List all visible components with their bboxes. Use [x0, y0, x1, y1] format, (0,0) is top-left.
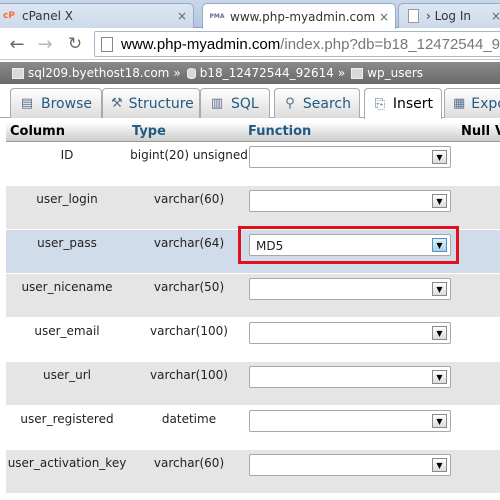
dropdown-arrow-icon[interactable]: ▼: [432, 194, 447, 208]
close-tab-icon[interactable]: ×: [491, 9, 500, 23]
tab-title: cPanel X: [22, 9, 74, 23]
column-type: varchar(100): [150, 324, 228, 338]
column-type: varchar(100): [150, 368, 228, 382]
dropdown-arrow-icon[interactable]: ▼: [432, 414, 447, 428]
tab-title: www.php-myadmin.com: [230, 9, 375, 24]
search-icon: ⚲: [285, 96, 295, 111]
browse-icon: ▤: [20, 96, 34, 111]
breadcrumb-separator: »: [173, 66, 181, 80]
function-select[interactable]: ▼: [249, 146, 451, 168]
breadcrumb-table[interactable]: wp_users: [367, 66, 423, 80]
header-null: Null: [461, 124, 491, 139]
breadcrumb: sql209.byethost18.com » b18_12472544_926…: [0, 62, 500, 84]
column-type: datetime: [161, 412, 217, 426]
breadcrumb-server[interactable]: sql209.byethost18.com: [28, 66, 169, 80]
dropdown-arrow-icon[interactable]: ▼: [432, 326, 447, 340]
browser-tab-cpanel[interactable]: cP cPanel X ×: [0, 3, 194, 28]
dropdown-arrow-icon[interactable]: ▼: [432, 370, 447, 384]
tab-label: Structure: [128, 95, 194, 112]
column-name: ID: [60, 148, 74, 162]
column-name: user_nicename: [21, 280, 113, 294]
column-name: user_pass: [37, 236, 97, 250]
table-header: Column Type Function Null V: [6, 122, 500, 142]
dropdown-arrow-icon[interactable]: ▼: [432, 458, 447, 472]
breadcrumb-database[interactable]: b18_12472544_92614: [200, 66, 334, 80]
table-row: user_registered datetime ▼: [6, 406, 500, 450]
back-arrow-icon[interactable]: ←: [6, 33, 28, 55]
dropdown-arrow-icon[interactable]: ▼: [432, 238, 447, 252]
function-select[interactable]: MD5 ▼: [249, 234, 451, 256]
dropdown-arrow-icon[interactable]: ▼: [432, 150, 447, 164]
column-name: user_login: [36, 192, 98, 206]
tab-label: Browse: [41, 95, 92, 112]
page-icon: [101, 36, 113, 52]
cpanel-favicon-icon: cP: [3, 11, 15, 21]
header-column: Column: [10, 124, 65, 139]
tab-label: Insert: [392, 96, 433, 112]
insert-table: Column Type Function Null V ID bigint(20)…: [6, 122, 500, 494]
table-row: user_url varchar(100) ▼: [6, 362, 500, 406]
browser-toolbar: ← → ↻ www.php-myadmin.com/index.php?db=b…: [0, 28, 500, 60]
sql-icon: ▥: [210, 96, 224, 111]
function-select[interactable]: ▼: [249, 278, 451, 300]
table-row: user_pass varchar(64) MD5 ▼: [6, 226, 500, 274]
column-type: varchar(60): [153, 192, 225, 206]
tab-export[interactable]: ▦ Export: [444, 88, 500, 118]
table-icon: [351, 67, 364, 79]
column-name: user_url: [42, 368, 92, 382]
table-row: user_activation_key varchar(60) ▼: [6, 450, 500, 494]
column-type: varchar(60): [153, 456, 225, 470]
function-select[interactable]: ▼: [249, 190, 451, 212]
function-select[interactable]: ▼: [249, 366, 451, 388]
function-select[interactable]: ▼: [249, 322, 451, 344]
tab-label: Search: [302, 95, 351, 112]
breadcrumb-separator: »: [337, 66, 346, 80]
column-type: varchar(50): [153, 280, 225, 294]
function-select[interactable]: ▼: [249, 454, 451, 476]
forward-arrow-icon[interactable]: →: [34, 33, 56, 55]
column-type: varchar(64): [153, 236, 225, 250]
reload-icon[interactable]: ↻: [64, 33, 86, 55]
column-type: bigint(20) unsigned: [130, 148, 248, 162]
tab-label: Export: [471, 95, 500, 112]
column-name: user_registered: [20, 412, 114, 426]
tab-structure[interactable]: ⚒ Structure: [102, 88, 200, 118]
database-icon: [186, 67, 196, 79]
export-icon: ▦: [453, 96, 466, 111]
phpmyadmin-favicon-icon: PMA: [209, 13, 225, 20]
browser-tab-phpmyadmin[interactable]: PMA www.php-myadmin.com ×: [202, 3, 396, 29]
server-icon: [12, 67, 24, 79]
function-select[interactable]: ▼: [249, 410, 451, 432]
browser-tab-login[interactable]: › Log In ×: [398, 3, 500, 28]
table-row: ID bigint(20) unsigned ▼: [6, 142, 500, 186]
column-name: user_activation_key: [7, 456, 127, 470]
table-menu-tabs: ▤ Browse ⚒ Structure ▥ SQL ⚲ Search ⎘ In…: [0, 84, 500, 119]
function-select-value: MD5: [256, 239, 284, 253]
url-host: www.php-myadmin.com: [121, 35, 281, 53]
insert-icon: ⎘: [374, 96, 386, 112]
tab-sql[interactable]: ▥ SQL: [200, 88, 270, 118]
browser-tab-strip: cP cPanel X × PMA www.php-myadmin.com × …: [0, 0, 500, 29]
tab-label: SQL: [231, 95, 259, 112]
tab-search[interactable]: ⚲ Search: [274, 88, 360, 118]
table-row: user_login varchar(60) ▼: [6, 186, 500, 230]
column-name: user_email: [34, 324, 100, 338]
table-row: user_email varchar(100) ▼: [6, 318, 500, 362]
structure-icon: ⚒: [111, 96, 123, 111]
header-function[interactable]: Function: [248, 124, 311, 139]
tab-title: › Log In: [426, 9, 472, 23]
address-bar[interactable]: www.php-myadmin.com/index.php?db=b18_124…: [94, 31, 500, 57]
tab-browse[interactable]: ▤ Browse: [10, 88, 102, 118]
page-favicon-icon: [405, 8, 421, 24]
tab-insert[interactable]: ⎘ Insert: [364, 88, 442, 119]
close-tab-icon[interactable]: ×: [177, 9, 187, 23]
dropdown-arrow-icon[interactable]: ▼: [432, 282, 447, 296]
header-type[interactable]: Type: [132, 124, 166, 139]
close-tab-icon[interactable]: ×: [379, 10, 389, 24]
table-row: user_nicename varchar(50) ▼: [6, 274, 500, 318]
url-path: /index.php?db=b18_12472544_92614: [280, 35, 500, 53]
header-value: V: [495, 124, 500, 139]
